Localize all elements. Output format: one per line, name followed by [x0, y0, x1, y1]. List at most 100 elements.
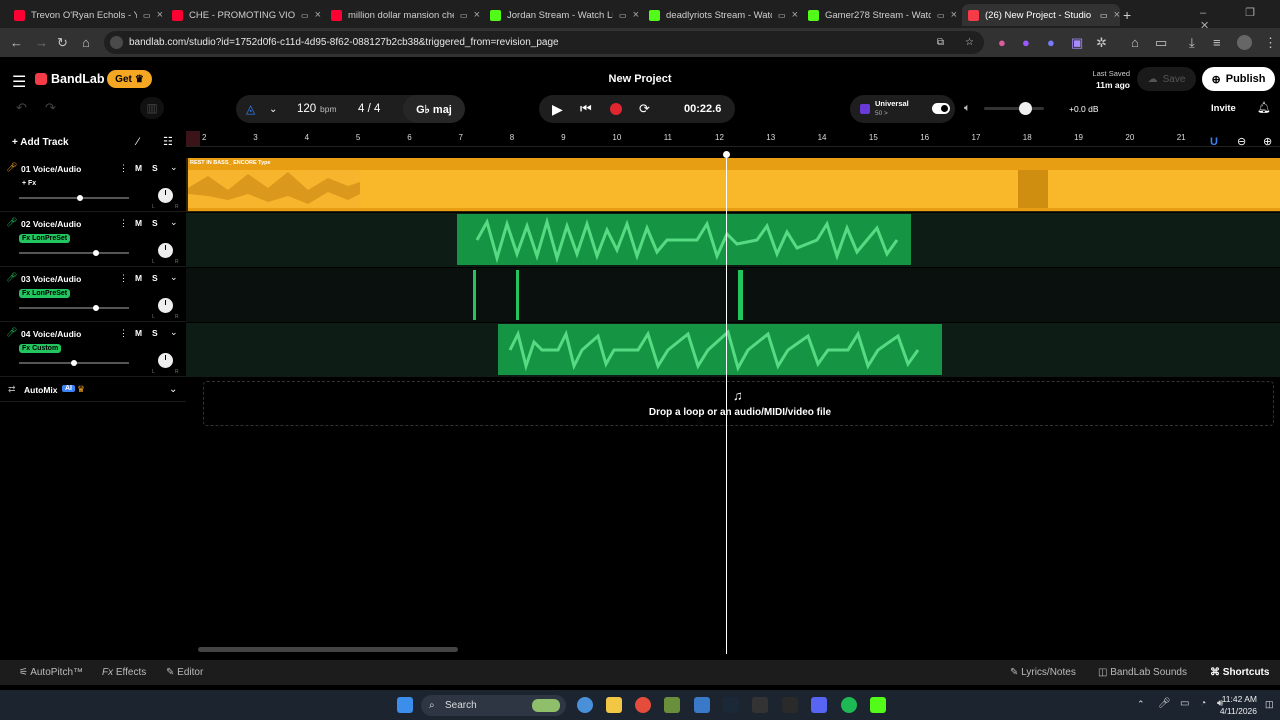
browser-tab[interactable]: Gamer278 Stream - Watch Live ▭ ×: [802, 4, 957, 26]
key-selector[interactable]: G♭ maj: [403, 95, 465, 123]
lyrics-notes-button[interactable]: ✎ Lyrics/Notes: [1010, 667, 1076, 678]
hamburger-menu-icon[interactable]: ☰: [12, 72, 26, 92]
track-options-icon[interactable]: ⋮: [119, 328, 128, 339]
solo-button[interactable]: S: [152, 218, 158, 228]
track-volume-slider[interactable]: [19, 252, 129, 254]
track-options-icon[interactable]: ⋮: [119, 273, 128, 284]
timeline-ruler[interactable]: [186, 131, 1280, 147]
magnet-snap-icon[interactable]: U: [1210, 136, 1218, 148]
pan-knob[interactable]: [158, 188, 173, 203]
track-expand-icon[interactable]: ⌄: [170, 162, 178, 173]
steam-icon[interactable]: [723, 697, 739, 713]
track-options-icon[interactable]: ⋮: [119, 218, 128, 229]
bookmark-star-icon[interactable]: ☆: [965, 31, 974, 54]
kick-icon[interactable]: [870, 697, 886, 713]
taskbar-search[interactable]: ⌕ Search: [421, 695, 566, 716]
skip-to-start-icon[interactable]: ⏮: [580, 101, 592, 117]
close-tab-icon[interactable]: ×: [315, 9, 321, 21]
fx-preset-badge[interactable]: Fx Custom: [19, 344, 62, 353]
loop-icon[interactable]: ⟳: [639, 101, 650, 117]
tray-chevron-icon[interactable]: ⌃: [1137, 699, 1145, 710]
track-name[interactable]: 01 Voice/Audio: [21, 164, 81, 174]
track-header[interactable]: 🎤︎ 03 Voice/Audio ⋮ M S ⌄ Fx LonPreSet L…: [0, 268, 186, 322]
fx-preset-badge[interactable]: Fx LonPreSet: [19, 289, 71, 298]
media-icon[interactable]: ≡: [1213, 28, 1221, 57]
solo-button[interactable]: S: [152, 163, 158, 173]
play-icon[interactable]: ▶: [552, 101, 563, 118]
track-settings-icon[interactable]: ☷: [163, 135, 173, 148]
add-track-button[interactable]: + Add Track: [12, 137, 69, 148]
app-icon[interactable]: [782, 697, 798, 713]
undo-icon[interactable]: ↶: [16, 100, 27, 116]
effects-button[interactable]: Fx Effects: [102, 667, 146, 678]
close-tab-icon[interactable]: ×: [1114, 9, 1120, 21]
fx-preset-badge[interactable]: Fx LonPreSet: [19, 234, 71, 243]
publish-button[interactable]: ⊕ Publish: [1202, 67, 1275, 91]
metronome-icon[interactable]: ◬: [246, 102, 255, 116]
track-header[interactable]: 🎤︎ 02 Voice/Audio ⋮ M S ⌄ Fx LonPreSet L…: [0, 213, 186, 267]
browser-tab[interactable]: (26) New Project - Studio ▭ ×: [962, 4, 1120, 26]
epic-games-icon[interactable]: [752, 697, 768, 713]
track-volume-slider[interactable]: [19, 307, 129, 309]
windows-start-icon[interactable]: [397, 697, 413, 713]
fx-preset-badge[interactable]: + Fx: [19, 179, 39, 188]
browser-tab[interactable]: deadlyriots Stream - Watch Live ▭ ×: [643, 4, 798, 26]
audio-clip-track-3[interactable]: [473, 270, 476, 320]
playhead-handle[interactable]: [723, 151, 730, 158]
forward-icon[interactable]: →: [35, 28, 48, 57]
tempo-value[interactable]: 120: [297, 103, 316, 115]
menu-kebab-icon[interactable]: ⋮: [1264, 28, 1277, 57]
cast-icon[interactable]: ⧉: [937, 31, 944, 54]
solo-button[interactable]: S: [152, 328, 158, 338]
new-tab-button[interactable]: +: [1123, 7, 1131, 23]
clock-time[interactable]: 11:42 AM: [1213, 694, 1257, 704]
playhead[interactable]: [726, 154, 727, 654]
reload-icon[interactable]: ↻: [57, 28, 68, 57]
autopitch-button[interactable]: ⚟ AutoPitch™: [19, 667, 83, 678]
piano-keyboard-icon[interactable]: ▥: [140, 97, 164, 119]
universal-toggle[interactable]: [932, 103, 950, 114]
bandlab-sounds-button[interactable]: ◫ BandLab Sounds: [1098, 667, 1187, 678]
track-header[interactable]: 🎤︎ 04 Voice/Audio ⋮ M S ⌄ Fx Custom L R: [0, 323, 186, 377]
close-tab-icon[interactable]: ×: [474, 9, 480, 21]
close-tab-icon[interactable]: ×: [792, 9, 798, 21]
extension-icon[interactable]: ●: [998, 28, 1006, 57]
get-membership-button[interactable]: Get ♛: [107, 70, 152, 88]
site-info-icon[interactable]: [110, 36, 123, 49]
close-tab-icon[interactable]: ×: [951, 9, 957, 21]
spotify-icon[interactable]: [841, 697, 857, 713]
extensions-puzzle-icon[interactable]: ✲: [1096, 28, 1107, 57]
record-icon[interactable]: [610, 103, 622, 115]
audio-clip-track-3[interactable]: [516, 270, 519, 320]
extension-icon[interactable]: ●: [1022, 28, 1030, 57]
redo-icon[interactable]: ↷: [45, 100, 56, 116]
metronome-dropdown-icon[interactable]: ⌄: [269, 104, 277, 115]
audio-region-track-4[interactable]: [498, 324, 942, 375]
track-expand-icon[interactable]: ⌄: [170, 217, 178, 228]
audio-region-track-1[interactable]: REST IN BASS_ ENCORE Type: [188, 158, 1280, 211]
profile-avatar[interactable]: [1237, 35, 1252, 50]
horizontal-scrollbar[interactable]: [198, 647, 458, 652]
file-explorer-icon[interactable]: [606, 697, 622, 713]
url-field[interactable]: bandlab.com/studio?id=1752d0f6-c11d-4d95…: [104, 31, 984, 54]
discord-icon[interactable]: [811, 697, 827, 713]
zoom-out-icon[interactable]: ⊖: [1237, 135, 1246, 148]
pan-knob[interactable]: [158, 353, 173, 368]
audio-region-track-2[interactable]: [457, 214, 911, 265]
track-name[interactable]: 03 Voice/Audio: [21, 274, 81, 284]
download-icon[interactable]: ⤓: [1189, 28, 1195, 57]
settings-gear-icon[interactable]: [577, 697, 593, 713]
pan-knob[interactable]: [158, 243, 173, 258]
invite-button[interactable]: Invite: [1211, 103, 1236, 114]
track-header[interactable]: 🎤︎ 01 Voice/Audio ⋮ M S ⌄ + Fx L R: [0, 158, 186, 212]
speaker-icon[interactable]: 🔈︎: [964, 102, 971, 115]
universal-value[interactable]: 50 >: [875, 110, 888, 117]
photos-icon[interactable]: [694, 697, 710, 713]
track-expand-icon[interactable]: ⌄: [170, 327, 178, 338]
master-volume-knob[interactable]: [1019, 102, 1032, 115]
bandlab-logo[interactable]: BandLab: [35, 72, 104, 86]
app-icon[interactable]: [664, 697, 680, 713]
lock-icon[interactable]: ⌂: [1131, 28, 1139, 57]
volume-slider-thumb[interactable]: [93, 250, 99, 256]
close-tab-icon[interactable]: ×: [633, 9, 639, 21]
